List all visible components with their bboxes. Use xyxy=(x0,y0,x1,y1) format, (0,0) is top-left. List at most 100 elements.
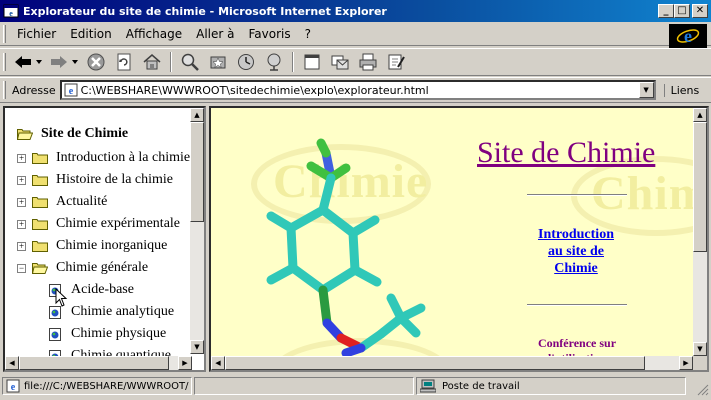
stop-button[interactable] xyxy=(82,50,110,74)
scroll-thumb[interactable] xyxy=(693,122,707,252)
toolbar-separator xyxy=(170,52,172,72)
print-icon xyxy=(359,53,377,71)
menu-edition[interactable]: Edition xyxy=(63,27,119,41)
content-horizontal-scrollbar[interactable]: ◀ ▶ xyxy=(211,356,693,370)
tree-vertical-scrollbar[interactable]: ▲ ▼ xyxy=(190,108,204,354)
status-zone-panel: Poste de travail xyxy=(416,377,686,395)
forward-button[interactable] xyxy=(46,50,82,74)
address-grip[interactable] xyxy=(3,81,6,99)
open-folder-icon xyxy=(32,263,48,274)
expand-icon[interactable]: + xyxy=(17,197,26,207)
forward-icon xyxy=(51,56,78,68)
print-button[interactable] xyxy=(354,50,382,74)
folder-icon xyxy=(32,175,48,186)
scroll-up-button[interactable]: ▲ xyxy=(190,108,204,122)
scroll-left-button[interactable]: ◀ xyxy=(211,356,225,370)
folder-icon xyxy=(32,241,48,252)
ie-logo: e xyxy=(669,24,707,48)
channels-button[interactable] xyxy=(260,50,288,74)
toolbar-grip[interactable] xyxy=(3,53,6,71)
page-content: Chimie Chimie xyxy=(211,108,693,356)
folder-icon xyxy=(32,219,48,230)
resize-grip[interactable] xyxy=(697,384,709,396)
web-page-icon xyxy=(49,327,61,341)
menu-grip[interactable] xyxy=(3,24,6,43)
scroll-down-button[interactable]: ▼ xyxy=(693,342,707,356)
maximize-button[interactable]: □ xyxy=(674,4,690,18)
home-icon xyxy=(143,54,161,70)
scroll-thumb[interactable] xyxy=(19,356,169,370)
site-title-link[interactable]: Site de Chimie xyxy=(477,136,655,170)
back-button[interactable] xyxy=(10,50,46,74)
favorites-icon xyxy=(210,56,226,69)
svg-text:e: e xyxy=(9,9,13,18)
history-icon xyxy=(238,54,254,70)
fullscreen-icon xyxy=(304,54,320,70)
intro-link[interactable]: Introduction au site de Chimie xyxy=(531,226,621,277)
status-bar: e file:///C:/WEBSHARE/WWWROOT/ Poste de … xyxy=(0,374,711,398)
tree-node-inorganique[interactable]: + Chimie inorganique xyxy=(17,238,167,254)
conference-link[interactable]: Conférence sur l'utilisation xyxy=(527,336,627,356)
close-button[interactable]: ✕ xyxy=(692,4,708,18)
expand-icon[interactable]: + xyxy=(17,219,26,229)
menu-affichage[interactable]: Affichage xyxy=(119,27,189,41)
scroll-right-button[interactable]: ▶ xyxy=(178,356,192,370)
expand-icon[interactable]: + xyxy=(17,153,26,163)
tree-node-introduction[interactable]: + Introduction à la chimie xyxy=(17,150,190,166)
stop-icon xyxy=(87,53,105,71)
scroll-down-button[interactable]: ▼ xyxy=(190,340,204,354)
tree-node-histoire[interactable]: + Histoire de la chimie xyxy=(17,172,173,188)
ie-e-icon: e xyxy=(676,26,700,46)
menu-bar: Fichier Edition Affichage Aller à Favori… xyxy=(0,22,711,46)
tree-leaf-physique[interactable]: Chimie physique xyxy=(49,326,166,342)
ie-app-icon: e xyxy=(3,4,19,18)
address-input[interactable]: e C:\WEBSHARE\WWWROOT\sitedechimie\explo… xyxy=(59,80,656,100)
minimize-button[interactable]: _ xyxy=(658,4,674,18)
tree-node-actualite[interactable]: + Actualité xyxy=(17,194,107,210)
toolbar-separator xyxy=(292,52,294,72)
title-bar: e Explorateur du site de chimie - Micros… xyxy=(0,0,711,22)
edit-button[interactable] xyxy=(382,50,410,74)
menu-help[interactable]: ? xyxy=(298,27,318,41)
tree-node-experimentale[interactable]: + Chimie expérimentale xyxy=(17,216,180,232)
tree-node-label: Actualité xyxy=(56,194,108,209)
search-button[interactable] xyxy=(176,50,204,74)
mail-button[interactable] xyxy=(326,50,354,74)
scroll-thumb[interactable] xyxy=(225,356,645,370)
svg-text:e: e xyxy=(11,382,16,393)
computer-icon xyxy=(420,379,436,393)
svg-text:e: e xyxy=(68,86,73,97)
tree-leaf-label: Chimie analytique xyxy=(71,304,175,319)
scroll-thumb[interactable] xyxy=(190,122,204,222)
search-icon xyxy=(181,53,199,71)
tree-horizontal-scrollbar[interactable]: ◀ ▶ xyxy=(5,356,192,370)
toolbar xyxy=(0,48,711,76)
tree-node-generale[interactable]: − Chimie générale xyxy=(17,260,148,276)
favorites-button[interactable] xyxy=(204,50,232,74)
divider xyxy=(527,194,627,196)
mail-icon xyxy=(331,55,349,70)
links-button[interactable]: Liens xyxy=(663,83,699,97)
expand-icon[interactable]: + xyxy=(17,175,26,185)
tree-view: Site de Chimie + Introduction à la chimi… xyxy=(5,108,192,363)
refresh-button[interactable] xyxy=(110,50,138,74)
address-dropdown-button[interactable]: ▼ xyxy=(638,82,654,98)
window-title: Explorateur du site de chimie - Microsof… xyxy=(23,4,387,18)
status-url: file:///C:/WEBSHARE/WWWROOT/ xyxy=(24,380,189,392)
tree-root[interactable]: Site de Chimie xyxy=(17,126,128,142)
tree-root-label: Site de Chimie xyxy=(41,126,129,141)
content-vertical-scrollbar[interactable]: ▲ ▼ xyxy=(693,108,707,356)
menu-favoris[interactable]: Favoris xyxy=(242,27,298,41)
scroll-up-button[interactable]: ▲ xyxy=(693,108,707,122)
scroll-left-button[interactable]: ◀ xyxy=(5,356,19,370)
expand-icon[interactable]: + xyxy=(17,241,26,251)
scroll-right-button[interactable]: ▶ xyxy=(679,356,693,370)
menu-aller-a[interactable]: Aller à xyxy=(189,27,241,41)
home-button[interactable] xyxy=(138,50,166,74)
collapse-icon[interactable]: − xyxy=(17,263,26,273)
back-icon xyxy=(15,56,42,68)
fullscreen-button[interactable] xyxy=(298,50,326,74)
history-button[interactable] xyxy=(232,50,260,74)
menu-fichier[interactable]: Fichier xyxy=(10,27,63,41)
tree-node-label: Histoire de la chimie xyxy=(56,172,174,187)
